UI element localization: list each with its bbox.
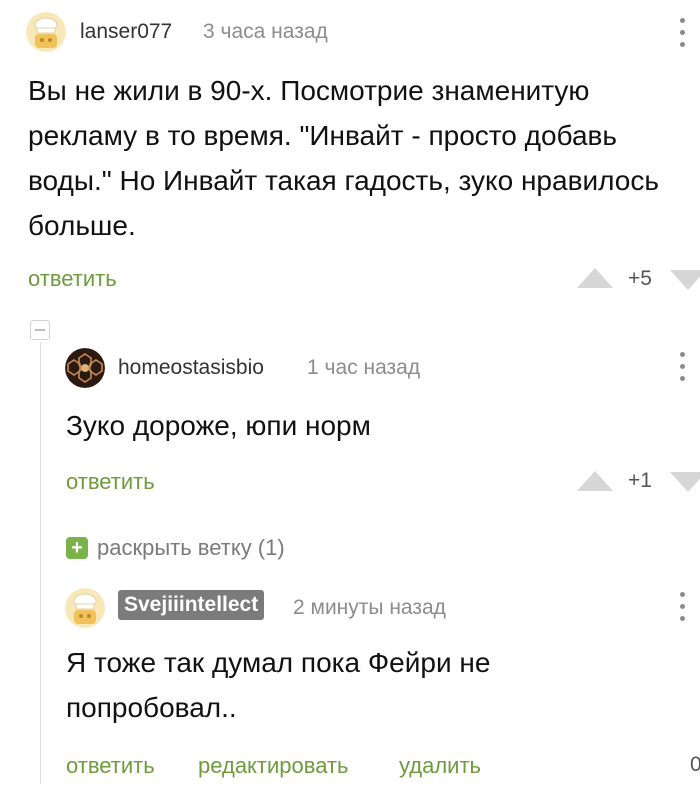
comment-time: 2 минуты назад	[293, 596, 446, 619]
more-options-icon[interactable]	[677, 352, 687, 386]
thread-line[interactable]	[40, 342, 41, 784]
downvote-icon[interactable]	[670, 270, 700, 290]
avatar-svejiiintellect[interactable]	[65, 588, 105, 628]
username[interactable]: homeostasisbio	[118, 356, 264, 380]
chef-hat-avatar-icon	[26, 12, 66, 52]
rating-value: +5	[628, 267, 652, 290]
upvote-icon[interactable]	[577, 268, 613, 288]
expand-thread-label[interactable]: раскрыть ветку (1)	[97, 535, 285, 561]
comment-text: Я тоже так думал пока Фейри не попробова…	[66, 647, 491, 723]
edit-button[interactable]: редактировать	[198, 753, 349, 779]
downvote-icon[interactable]	[670, 472, 700, 492]
comment-time: 3 часа назад	[203, 20, 328, 43]
comment-time: 1 час назад	[307, 356, 421, 379]
hexagon-pattern-avatar-icon	[65, 348, 105, 388]
delete-button[interactable]: удалить	[399, 753, 481, 779]
rating-value: +1	[628, 469, 652, 492]
avatar-homeostasisbio[interactable]	[65, 348, 105, 388]
reply-button[interactable]: ответить	[66, 753, 155, 779]
comment-text: Вы не жили в 90-х. Посмотрие знаменитую …	[28, 75, 659, 241]
more-options-icon[interactable]	[677, 18, 687, 52]
reply-button[interactable]: ответить	[28, 266, 117, 292]
reply-button[interactable]: ответить	[66, 469, 155, 495]
plus-icon[interactable]: +	[66, 537, 88, 559]
avatar-lanser077[interactable]	[26, 12, 66, 52]
upvote-icon[interactable]	[577, 471, 613, 491]
username-self-badge[interactable]: Svejiiintellect	[118, 590, 265, 620]
chef-hat-avatar-icon	[65, 588, 105, 628]
username[interactable]: lanser077	[80, 20, 172, 44]
rating-value: 0	[690, 753, 700, 776]
more-options-icon[interactable]	[677, 592, 687, 626]
collapse-thread-button[interactable]	[30, 320, 50, 340]
comment-text: Зуко дороже, юпи норм	[66, 410, 371, 441]
